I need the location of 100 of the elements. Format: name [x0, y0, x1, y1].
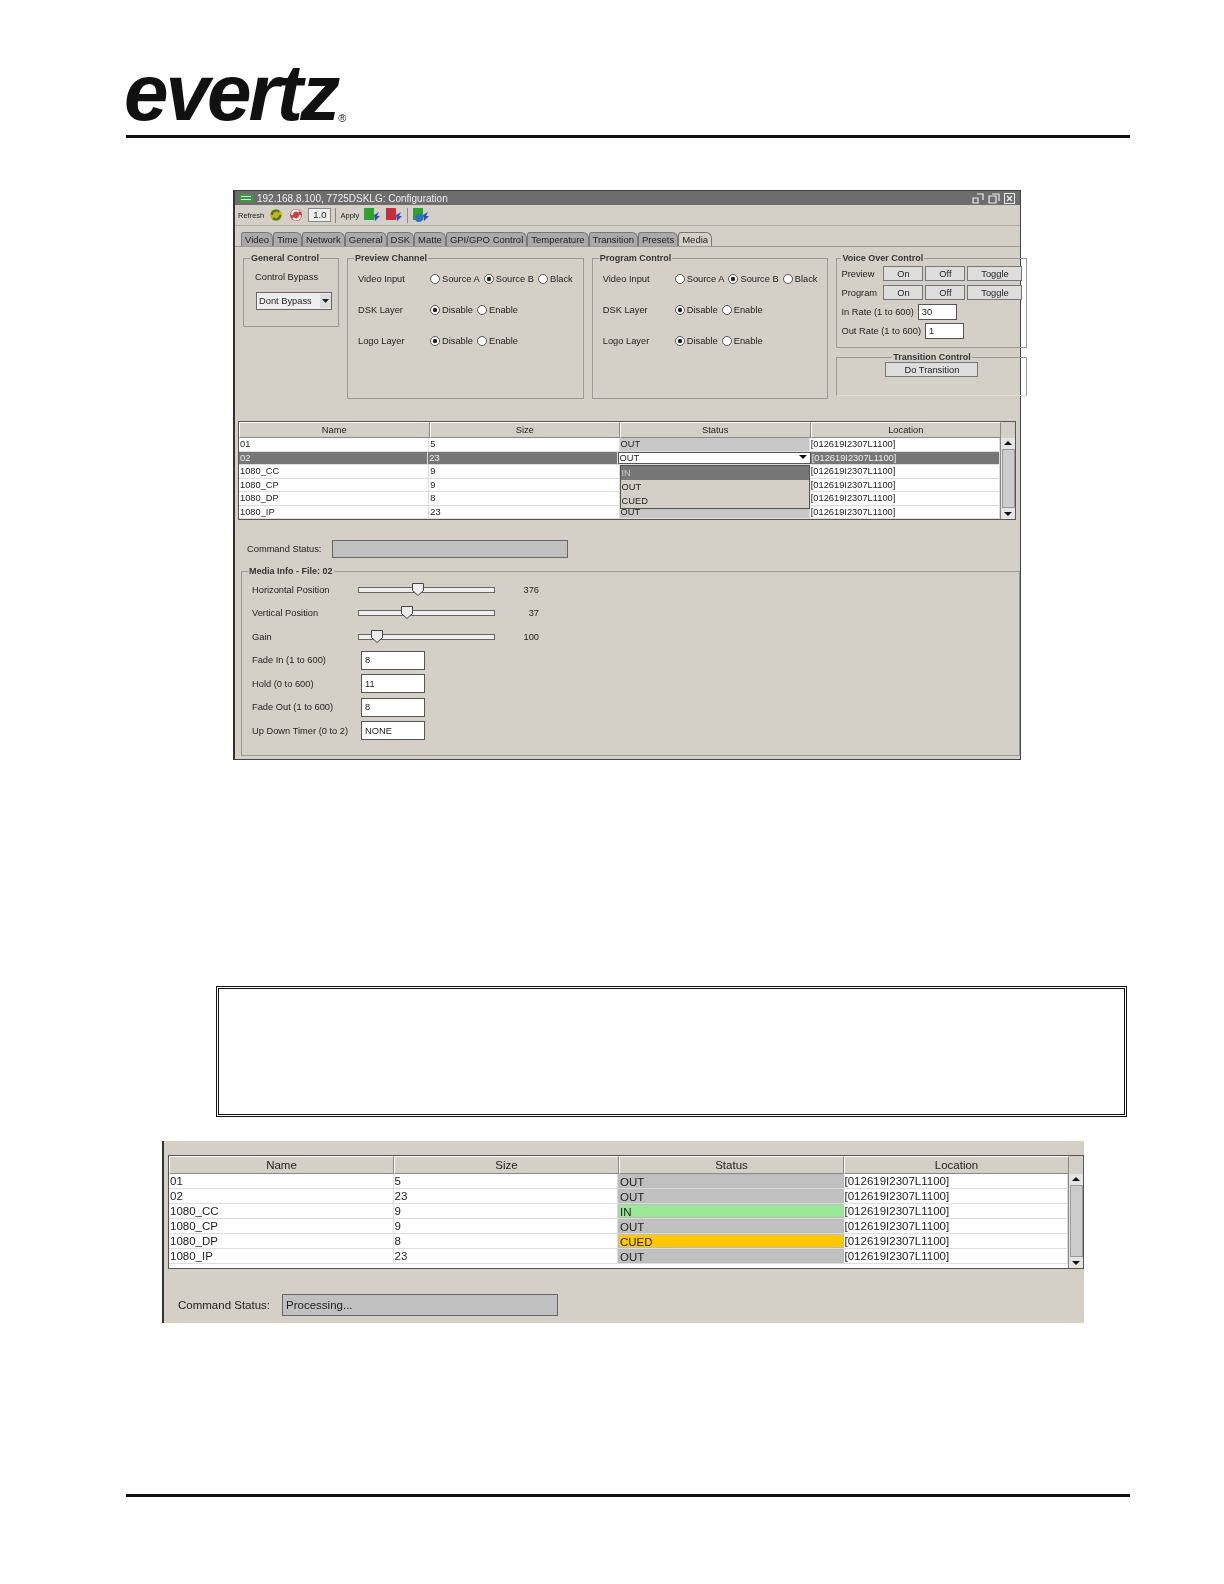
field-label: Horizontal Position	[252, 584, 331, 595]
tab[interactable]: Temperature	[527, 232, 589, 246]
radio-button[interactable]	[674, 274, 685, 284]
tab[interactable]: Video	[241, 232, 274, 246]
slider-thumb[interactable]	[400, 606, 413, 620]
radio-button[interactable]	[477, 336, 487, 346]
radio-button[interactable]	[674, 305, 685, 315]
tab[interactable]: GPI/GPO Control	[445, 232, 528, 246]
dropdown-option[interactable]: CUED	[620, 494, 809, 508]
radio-label[interactable]: Source B	[495, 274, 534, 284]
scrollbar[interactable]	[1000, 438, 1015, 519]
radio-label[interactable]: Black	[794, 274, 818, 284]
restore-icon[interactable]	[972, 192, 984, 204]
radio-button[interactable]	[721, 336, 732, 346]
window-title: 192.168.8.100, 7725DSKLG: Configuration	[257, 192, 448, 204]
field-label: Command Status:	[247, 544, 322, 554]
group-title: Transition Control	[892, 352, 972, 362]
status-cell: OUT	[618, 1174, 844, 1188]
tab[interactable]: General	[344, 232, 387, 246]
refresh-icon[interactable]	[268, 207, 285, 223]
tab[interactable]: Matte	[414, 232, 446, 246]
tab[interactable]: DSK	[386, 232, 415, 246]
field-label: Logo Layer	[602, 336, 651, 346]
column-header[interactable]: Size	[394, 1156, 619, 1174]
radio-label[interactable]: Disable	[686, 336, 718, 346]
do-transition-button[interactable]: Do Transition	[885, 362, 979, 377]
column-header[interactable]: Size	[429, 422, 620, 438]
logo-wordmark: evertz	[124, 60, 338, 126]
radio-button[interactable]	[477, 305, 487, 315]
radio-label[interactable]: Disable	[686, 305, 718, 315]
dropdown-option[interactable]: OUT	[620, 480, 809, 494]
input-field[interactable]: 8	[361, 697, 425, 717]
tab[interactable]: Network	[301, 232, 345, 246]
column-header[interactable]: Name	[239, 422, 430, 438]
bypass-dropdown[interactable]: Dont Bypass	[256, 292, 332, 310]
radio-label[interactable]: Source A	[686, 274, 725, 284]
status-cell: OUT	[618, 1219, 844, 1233]
radio-label[interactable]: Enable	[733, 336, 763, 346]
column-header[interactable]: Status	[619, 1156, 844, 1174]
group-title: Program Control	[598, 253, 673, 263]
radio-label[interactable]: Disable	[442, 305, 473, 315]
group-title: General Control	[250, 253, 320, 263]
radio-button[interactable]	[674, 336, 685, 346]
radio-label[interactable]: Source A	[442, 274, 480, 284]
table-cell: 5	[429, 438, 620, 451]
chip-icon[interactable]	[412, 207, 431, 223]
voice-over-button[interactable]: On	[883, 285, 924, 300]
slider-thumb[interactable]	[411, 582, 424, 596]
column-header[interactable]: Status	[620, 422, 811, 438]
radio-button[interactable]	[483, 274, 494, 284]
input-field[interactable]: 11	[361, 674, 425, 694]
slider[interactable]	[358, 582, 495, 597]
radio-label[interactable]: Enable	[489, 336, 518, 346]
input-field[interactable]: 8	[361, 650, 425, 670]
chip-icon[interactable]	[363, 207, 382, 223]
field-label: Control Bypass	[255, 272, 320, 282]
radio-label[interactable]: Black	[550, 274, 573, 284]
column-header[interactable]: Name	[169, 1156, 394, 1174]
radio-button[interactable]	[782, 274, 793, 284]
field-label: Program	[841, 287, 879, 298]
slider[interactable]	[358, 606, 495, 621]
radio-button[interactable]	[430, 305, 440, 315]
radio-label[interactable]: Enable	[733, 305, 763, 315]
rate-field[interactable]: 1	[925, 322, 965, 339]
field-label: Hold (0 to 600)	[252, 678, 315, 689]
status-cell: CUED	[618, 1234, 844, 1248]
radio-button[interactable]	[721, 305, 732, 315]
tab[interactable]: Media	[678, 232, 713, 246]
table-cell: 9	[429, 465, 620, 478]
voice-over-button[interactable]: On	[883, 266, 924, 281]
slider-thumb[interactable]	[370, 629, 383, 643]
refresh-icon[interactable]	[288, 207, 305, 223]
close-icon[interactable]	[1004, 192, 1016, 204]
radio-label[interactable]: Source B	[740, 274, 779, 284]
input-field[interactable]: NONE	[361, 721, 425, 741]
tab[interactable]: Time	[273, 232, 302, 246]
slider[interactable]	[358, 629, 495, 644]
column-header[interactable]: Location	[810, 422, 1001, 438]
rate-field[interactable]: 30	[917, 303, 957, 320]
radio-button[interactable]	[538, 274, 548, 284]
radio-label[interactable]: Enable	[489, 305, 518, 315]
column-header[interactable]: Location	[844, 1156, 1069, 1174]
radio-label[interactable]: Disable	[442, 336, 473, 346]
voice-over-button[interactable]: Toggle	[967, 285, 1023, 300]
table-cell: 23	[428, 451, 618, 464]
version-field[interactable]: 1.0	[308, 208, 332, 222]
maximize-icon[interactable]	[988, 192, 1000, 204]
field-label: Video Input	[602, 274, 651, 284]
tab[interactable]: Transition	[588, 232, 638, 246]
card-icon	[239, 194, 253, 202]
radio-button[interactable]	[430, 336, 440, 346]
field-label: Preview	[841, 268, 876, 279]
chip-icon[interactable]	[385, 207, 404, 223]
radio-button[interactable]	[728, 274, 739, 284]
scrollbar[interactable]	[1068, 1174, 1083, 1268]
voice-over-button[interactable]: Toggle	[967, 266, 1023, 281]
voice-over-button[interactable]: Off	[925, 266, 966, 281]
tab[interactable]: Presets	[637, 232, 679, 246]
voice-over-button[interactable]: Off	[925, 285, 966, 300]
radio-button[interactable]	[430, 274, 440, 284]
